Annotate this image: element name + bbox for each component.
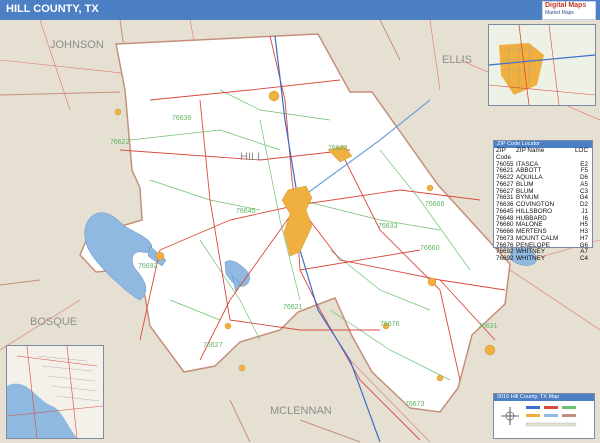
- logo-line-1: Digital Maps: [545, 2, 587, 9]
- column-header: ZIP Code: [496, 147, 512, 161]
- zip-label: 76673: [405, 401, 425, 408]
- zip-label: 76636: [172, 115, 192, 122]
- zip-label: 76621: [283, 304, 303, 311]
- county-label-bosque: BOSQUE: [30, 316, 77, 328]
- city-inset-graphic: [488, 24, 596, 106]
- county-label-johnson: JOHNSON: [50, 39, 104, 51]
- title-bar: HILL COUNTY, TX Digital Maps Market Maps: [0, 0, 600, 20]
- zip-loc-cell: C4: [579, 255, 588, 262]
- column-header: LOC: [575, 147, 588, 154]
- zip-label: 76631: [478, 323, 498, 330]
- map-legend: 2016 Hill County, TX Map: [493, 393, 595, 439]
- zip-code-cell: 76692: [496, 255, 514, 262]
- map-title: HILL COUNTY, TX: [6, 3, 99, 15]
- column-header: ZIP Name: [516, 147, 545, 154]
- zip-label: 76676: [380, 321, 400, 328]
- zip-label: 76692: [138, 263, 158, 270]
- logo-line-2: Market Maps: [545, 10, 574, 16]
- county-label-ellis: ELLIS: [442, 54, 472, 66]
- publisher-logo: Digital Maps Market Maps: [542, 1, 596, 20]
- zip-label: 76666: [425, 201, 445, 208]
- zip-label: 76660: [420, 245, 440, 252]
- zip-table-row: 76692 WHITNEY C4: [494, 255, 592, 263]
- lake-inset-graphic: [6, 345, 104, 439]
- zip-table-columns: ZIP Code ZIP Name LOC: [494, 147, 592, 162]
- zip-label: 76645: [236, 208, 256, 215]
- zip-table-rows: 76055 ITASCA E2 76621 ABBOTT F5 76622 AQUILLA D6…: [494, 161, 592, 263]
- city-inset-map[interactable]: [488, 24, 596, 106]
- legend-graphic: [501, 406, 577, 427]
- zip-label: 76627: [203, 342, 223, 349]
- zip-code-table: ZIP Code Locator ZIP Code ZIP Name LOC 7…: [493, 140, 593, 262]
- lake-inset-map[interactable]: [6, 345, 104, 439]
- zip-label: 76623: [328, 145, 348, 152]
- zip-label: 76622: [110, 139, 130, 146]
- county-label-mclennan: MCLENNAN: [270, 405, 332, 417]
- county-label-hill: HILL: [240, 151, 263, 163]
- legend-header: 2016 Hill County, TX Map: [494, 394, 594, 401]
- zip-name-cell: WHITNEY: [516, 255, 546, 262]
- zip-label: 76633: [378, 223, 398, 230]
